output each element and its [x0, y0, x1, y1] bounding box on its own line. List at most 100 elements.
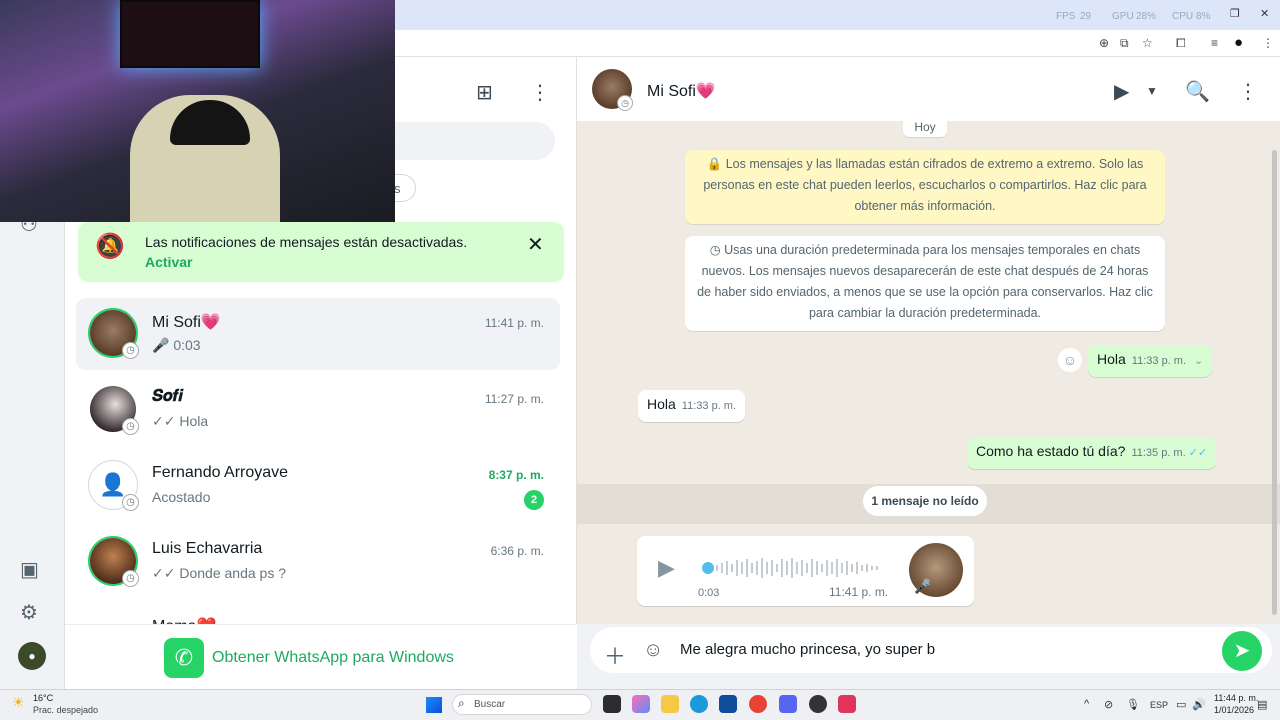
profile-avatar-icon[interactable]: ●	[1234, 34, 1243, 51]
conversation-scrollbar[interactable]	[1272, 150, 1277, 615]
message-time: 11:35 p. m.	[1131, 447, 1186, 459]
send-button[interactable]: ➤	[1222, 631, 1262, 671]
reading-list-icon[interactable]: ≡	[1211, 36, 1218, 50]
task-view-icon[interactable]	[603, 695, 621, 713]
search-icon: ⌕	[458, 696, 465, 710]
disappearing-timer-icon: ◷	[122, 418, 139, 435]
message-input-text[interactable]: Me alegra mucho princesa, yo super b	[680, 641, 935, 658]
encryption-notice[interactable]: 🔒 Los mensajes y las llamadas están cifr…	[685, 150, 1165, 224]
chat-last-message: 🎤 0:03	[152, 337, 201, 353]
windows-start-icon[interactable]	[426, 697, 442, 713]
cpu-value: 8%	[1196, 11, 1211, 22]
tiktok-icon[interactable]	[838, 695, 856, 713]
notifications-banner-text: Las notificaciones de mensajes están des…	[145, 234, 468, 250]
chrome-browser-icon[interactable]	[749, 695, 767, 713]
disappearing-messages-notice[interactable]: ◷ Usas una duración predeterminada para …	[685, 236, 1165, 331]
tray-chevron-up-icon[interactable]: ^	[1084, 698, 1089, 710]
chat-time: 6:36 p. m.	[490, 544, 544, 558]
chat-name: Fernando Arroyave	[152, 464, 289, 481]
voice-waveform[interactable]	[716, 556, 881, 580]
webcam-background-screen	[120, 0, 260, 68]
extensions-icon[interactable]: ⧠	[1176, 36, 1186, 51]
chat-name: 𝑺𝒐𝒇𝒊	[152, 388, 183, 405]
chevron-down-icon[interactable]: ▼	[1146, 84, 1158, 98]
media-gallery-icon[interactable]: ▣	[20, 557, 39, 582]
emoji-sticker-icon[interactable]: ☺	[643, 639, 663, 662]
weather-description[interactable]: Prac. despejado	[33, 705, 98, 715]
voice-note-time: 11:41 p. m.	[829, 585, 889, 599]
taskbar-search-box[interactable]	[452, 694, 592, 715]
weather-sun-icon[interactable]: ☀	[12, 694, 25, 711]
restore-window-icon[interactable]: ❐	[1230, 7, 1240, 20]
chat-time: 11:27 p. m.	[484, 392, 544, 406]
close-icon[interactable]: ✕	[527, 232, 544, 257]
clock-date[interactable]: 1/01/2026	[1214, 705, 1254, 715]
disappearing-notice-text: Usas una duración predeterminada para lo…	[697, 243, 1153, 320]
microphone-icon: 🎤	[914, 578, 932, 594]
copilot-icon[interactable]	[632, 695, 650, 713]
keyboard-language[interactable]: ESP	[1150, 700, 1168, 710]
chat-list-item[interactable]: ◷ 𝑺𝒐𝒇𝒊 11:27 p. m. ✓✓ Hola	[76, 374, 560, 446]
chat-list-item[interactable]: ◷ Mi Sofi💗 11:41 p. m. 🎤 0:03	[76, 298, 560, 370]
fps-value: 29	[1080, 11, 1092, 22]
weather-temperature[interactable]: 16°C	[33, 693, 53, 703]
store-icon[interactable]	[719, 695, 737, 713]
video-call-icon[interactable]: ▶	[1114, 79, 1129, 104]
whatsapp-logo-icon: ✆	[164, 638, 204, 678]
chevron-down-icon[interactable]: ⌄	[1194, 355, 1203, 367]
chat-last-message: ✓✓ Donde anda ps ?	[152, 565, 286, 581]
edge-browser-icon[interactable]	[690, 695, 708, 713]
settings-gear-icon[interactable]: ⚙	[20, 600, 38, 625]
play-icon[interactable]: ▶	[658, 555, 675, 581]
zoom-icon[interactable]: ⊕	[1099, 36, 1109, 50]
enable-notifications-link[interactable]: Activar	[145, 254, 192, 270]
day-divider: Hoy	[903, 117, 947, 137]
chat-list-item[interactable]: Mama❤️	[76, 602, 560, 624]
profile-avatar[interactable]: ●	[18, 642, 46, 670]
disappearing-timer-icon: ◷	[122, 494, 139, 511]
reaction-emoji-icon[interactable]: ☺	[1058, 348, 1082, 372]
chat-name: Mi Sofi💗	[152, 314, 221, 331]
unread-count-badge: 2	[524, 490, 544, 510]
search-icon[interactable]: 🔍	[1185, 79, 1210, 104]
webcam-overlay	[0, 0, 395, 222]
voice-progress-handle[interactable]	[702, 562, 714, 574]
discord-icon[interactable]	[779, 695, 797, 713]
file-explorer-icon[interactable]	[661, 695, 679, 713]
tray-camera-off-icon[interactable]: ⊘	[1104, 698, 1113, 711]
gpu-label: GPU	[1112, 11, 1134, 22]
message-bubble-outgoing[interactable]: Como ha estado tú día? 11:35 p. m. ✓✓	[967, 437, 1217, 469]
attach-plus-icon[interactable]: ＋	[604, 639, 626, 671]
chat-search-input[interactable]	[395, 122, 555, 160]
contact-name[interactable]: Mi Sofi💗	[647, 81, 716, 101]
tray-volume-icon[interactable]: 🔊	[1192, 698, 1206, 711]
gpu-value: 28%	[1136, 11, 1157, 22]
close-window-icon[interactable]: ✕	[1260, 7, 1269, 20]
cpu-label: CPU	[1172, 11, 1194, 22]
tray-network-icon[interactable]: ▭	[1176, 698, 1186, 711]
unread-divider: 1 mensaje no leído	[863, 486, 987, 516]
message-text: Como ha estado tú día?	[976, 443, 1126, 459]
clock-time[interactable]: 11:44 p. m.	[1214, 693, 1258, 703]
list-menu-icon[interactable]: ⋮	[530, 80, 550, 105]
double-check-icon: ✓✓	[1188, 447, 1208, 459]
notifications-icon[interactable]: ▤	[1257, 698, 1267, 711]
timer-icon: ◷	[709, 243, 725, 257]
message-bubble-outgoing[interactable]: Hola 11:33 p. m. ⌄	[1088, 345, 1213, 377]
get-app-link[interactable]: Obtener WhatsApp para Windows	[212, 649, 454, 667]
obs-icon[interactable]	[809, 695, 827, 713]
chat-time: 11:41 p. m.	[484, 316, 544, 330]
chat-list-item[interactable]: 👤 ◷ Fernando Arroyave 8:37 p. m. Acostad…	[76, 450, 560, 522]
message-time: 11:33 p. m.	[1131, 355, 1187, 367]
install-app-icon[interactable]: ⧉	[1120, 36, 1129, 51]
conversation-menu-icon[interactable]: ⋮	[1238, 79, 1258, 104]
chat-list-item[interactable]: ◷ Luis Echavarria 6:36 p. m. ✓✓ Donde an…	[76, 526, 560, 598]
browser-menu-icon[interactable]: ⋮	[1262, 36, 1274, 50]
tray-microphone-icon[interactable]: 🎙	[1126, 698, 1140, 711]
bookmark-star-icon[interactable]: ☆	[1142, 36, 1153, 50]
message-bubble-incoming[interactable]: Hola 11:33 p. m.	[638, 390, 746, 422]
message-text: Hola	[647, 396, 676, 412]
bell-off-icon: 🔕	[95, 233, 125, 260]
taskbar-search-placeholder[interactable]: Buscar	[474, 699, 505, 710]
new-chat-icon[interactable]: ⊞	[476, 80, 493, 105]
